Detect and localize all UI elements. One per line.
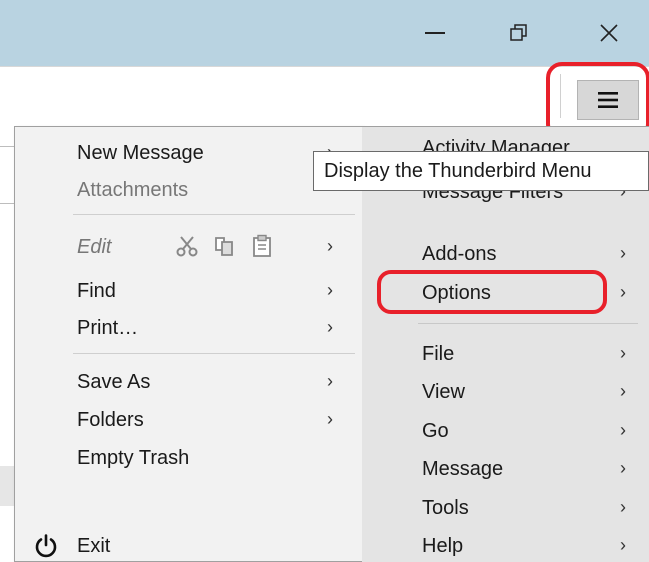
title-bar bbox=[0, 0, 649, 66]
toolbar bbox=[0, 66, 649, 126]
menu-item-edit: Edit bbox=[77, 236, 112, 258]
close-button[interactable] bbox=[586, 10, 632, 56]
submenu-arrow-icon: › bbox=[327, 409, 333, 429]
menu-button-tooltip: Display the Thunderbird Menu bbox=[313, 151, 649, 191]
restore-button[interactable] bbox=[496, 10, 542, 56]
menu-item-folders[interactable]: Folders bbox=[77, 407, 144, 433]
menu-item-message[interactable]: Message bbox=[422, 456, 503, 482]
minimize-icon bbox=[425, 32, 445, 34]
menu-item-exit[interactable]: Exit bbox=[77, 533, 110, 559]
menu-item-file[interactable]: File bbox=[422, 341, 454, 367]
submenu-arrow-icon: › bbox=[327, 317, 333, 337]
toolbar-separator bbox=[560, 74, 561, 118]
submenu-arrow-icon: › bbox=[620, 458, 626, 478]
menu-item-view[interactable]: View bbox=[422, 379, 465, 405]
menu-item-new-message[interactable]: New Message bbox=[77, 140, 204, 166]
submenu-arrow-icon: › bbox=[327, 236, 333, 256]
hamburger-menu-icon bbox=[598, 92, 618, 108]
submenu-arrow-icon: › bbox=[620, 381, 626, 401]
menu-item-options[interactable]: Options bbox=[422, 280, 491, 306]
edit-icons-group bbox=[175, 234, 273, 258]
power-icon bbox=[35, 534, 57, 558]
close-icon bbox=[600, 24, 618, 42]
submenu-arrow-icon: › bbox=[620, 282, 626, 302]
app-submenu-panel: Activity Manager Message Filters › Add-o… bbox=[362, 126, 649, 562]
menu-item-tools[interactable]: Tools bbox=[422, 495, 469, 521]
menu-separator bbox=[418, 323, 638, 324]
restore-icon bbox=[510, 24, 527, 41]
menu-item-go[interactable]: Go bbox=[422, 418, 449, 444]
background-divider bbox=[0, 203, 14, 204]
menu-item-find[interactable]: Find bbox=[77, 278, 116, 304]
background-panel bbox=[0, 466, 14, 506]
copy-icon[interactable] bbox=[213, 234, 237, 258]
background-divider bbox=[0, 146, 14, 147]
menu-item-empty-trash[interactable]: Empty Trash bbox=[77, 445, 189, 471]
menu-item-help[interactable]: Help bbox=[422, 533, 463, 559]
menu-separator bbox=[73, 214, 355, 215]
menu-item-save-as[interactable]: Save As bbox=[77, 369, 150, 395]
submenu-arrow-icon: › bbox=[327, 280, 333, 300]
submenu-arrow-icon: › bbox=[620, 420, 626, 440]
submenu-arrow-icon: › bbox=[327, 371, 333, 391]
minimize-button[interactable] bbox=[412, 10, 458, 56]
submenu-arrow-icon: › bbox=[620, 243, 626, 263]
cut-icon[interactable] bbox=[175, 234, 199, 258]
menu-separator bbox=[73, 353, 355, 354]
menu-item-attachments[interactable]: Attachments bbox=[77, 177, 188, 203]
menu-item-addons[interactable]: Add-ons bbox=[422, 241, 497, 267]
app-menu-panel: New Message › Attachments Edit › Find › … bbox=[14, 126, 363, 562]
menu-item-print[interactable]: Print… bbox=[77, 315, 138, 341]
submenu-arrow-icon: › bbox=[620, 497, 626, 517]
submenu-arrow-icon: › bbox=[620, 535, 626, 555]
paste-icon[interactable] bbox=[251, 234, 273, 258]
submenu-arrow-icon: › bbox=[620, 343, 626, 363]
thunderbird-menu-button[interactable] bbox=[577, 80, 639, 120]
